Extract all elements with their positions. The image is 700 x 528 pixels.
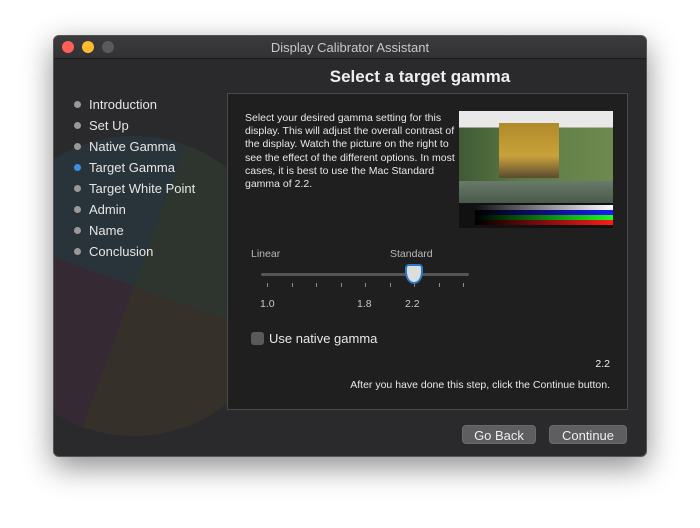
step-label: Admin [89,202,126,217]
step-item: Target White Point [74,178,195,199]
preview-temple [499,123,559,178]
step-label: Target White Point [89,181,196,196]
step-item: Name [74,220,195,241]
steps-list: Introduction Set Up Native Gamma Target Gam… [74,94,195,262]
page-title: Select a target gamma [329,67,511,86]
step-item: Target Gamma [74,157,195,178]
step-dot-icon [74,248,81,255]
window-title: Display Calibrator Assistant [270,40,430,55]
slider-tick [389,283,391,287]
step-dot-icon [74,143,81,150]
step-dot-icon [74,206,81,213]
checkbox-box[interactable] [251,332,264,345]
step-item: Admin [74,199,195,220]
slider-tick [438,283,440,287]
step-label: Introduction [89,97,157,112]
content-panel: Select your desired gamma setting for th… [227,93,628,410]
tick-label: 2.2 [405,298,420,310]
step-label: Native Gamma [89,139,176,154]
step-dot-icon [74,185,81,192]
step-label: Target Gamma [89,160,175,175]
title-bar: Display Calibrator Assistant [54,36,646,59]
slider-label-standard: Standard [390,248,433,260]
slider-label-linear: Linear [251,248,281,260]
continue-button[interactable]: Continue [549,425,627,444]
slider-tick [291,283,293,287]
preview-water [459,181,613,203]
slider-tick [463,283,464,287]
minimize-button[interactable] [82,41,94,53]
red-bar [475,220,613,225]
step-item: Set Up [74,115,195,136]
preview-image [459,111,613,228]
step-label: Conclusion [89,244,154,259]
step-label: Name [89,223,124,238]
step-item: Conclusion [74,241,195,262]
close-button[interactable] [62,41,74,53]
gamma-value: 2.2 [595,358,610,370]
checkbox-label: Use native gamma [269,331,378,346]
zoom-button [102,41,114,53]
step-dot-icon [74,227,81,234]
step-dot-icon [74,101,81,108]
tick-label: 1.8 [357,298,372,310]
slider-tick [365,283,366,287]
gamma-slider-track[interactable] [261,273,469,276]
slider-tick [340,283,342,287]
step-dot-icon [74,164,81,171]
gamma-slider-thumb[interactable] [405,264,423,284]
step-dot-icon [74,122,81,129]
slider-tick [316,283,317,287]
use-native-gamma-checkbox[interactable]: Use native gamma [251,331,377,346]
slider-tick [267,283,268,287]
tick-label: 1.0 [260,298,275,310]
step-item: Native Gamma [74,136,195,157]
calibrator-window: Display Calibrator Assistant Select a ta… [53,35,647,457]
instruction-text: After you have done this step, click the… [350,379,610,391]
step-item: Introduction [74,94,195,115]
step-label: Set Up [89,118,129,133]
description-text: Select your desired gamma setting for th… [245,112,455,191]
go-back-button[interactable]: Go Back [462,425,536,444]
